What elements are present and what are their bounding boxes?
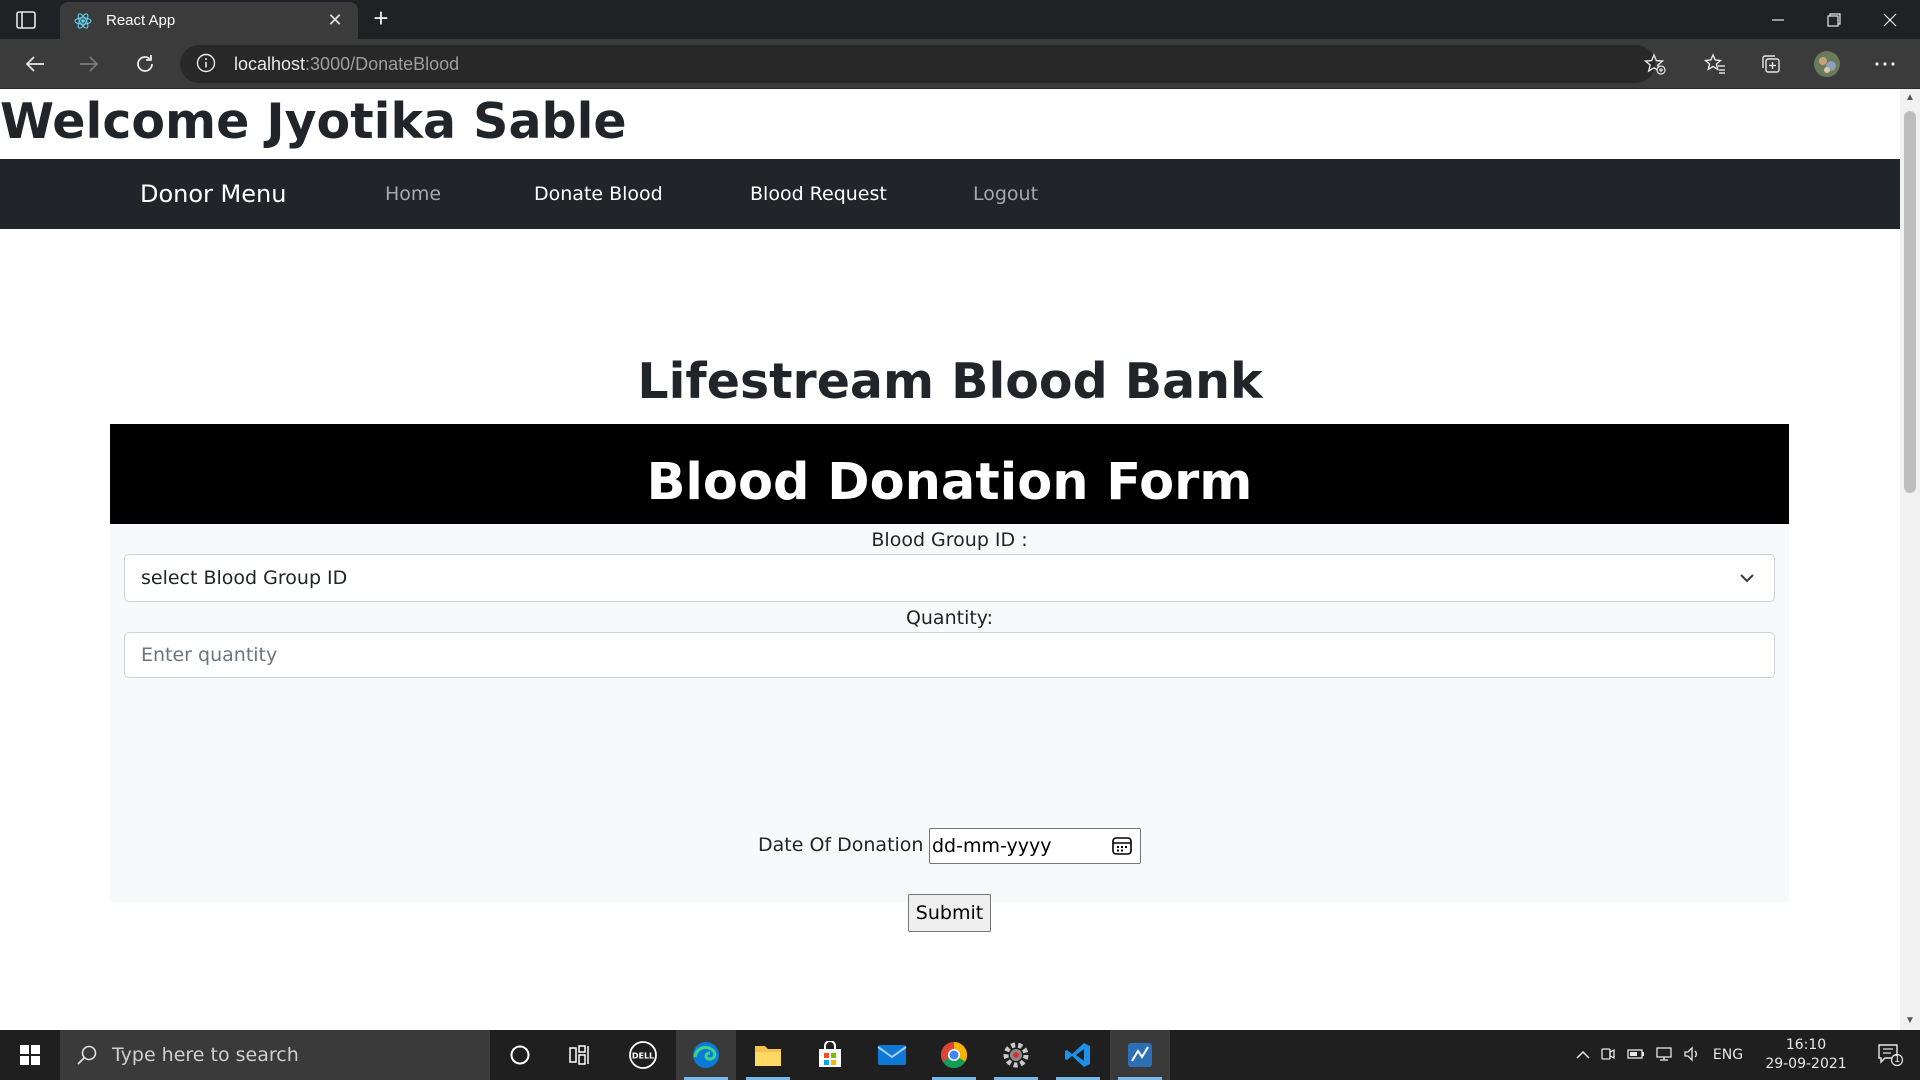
browser-tab-active[interactable]: React App ✕ [60, 2, 358, 39]
volume-icon[interactable] [1678, 1045, 1706, 1065]
store-icon[interactable] [800, 1030, 860, 1080]
network-icon[interactable] [1650, 1046, 1678, 1065]
system-tray: ENG [1572, 1030, 1750, 1080]
page-scrollbar[interactable]: ▲ ▼ [1900, 89, 1920, 1030]
chevron-up-icon[interactable] [1572, 1047, 1594, 1063]
network-app-icon[interactable] [1110, 1030, 1170, 1080]
blood-group-select[interactable]: select Blood Group ID [124, 554, 1775, 602]
mail-icon[interactable] [862, 1030, 922, 1080]
language-indicator[interactable]: ENG [1706, 1047, 1750, 1063]
windows-start-icon[interactable] [0, 1030, 60, 1080]
task-view-icon[interactable] [550, 1030, 610, 1080]
forward-arrow-icon[interactable] [74, 50, 104, 78]
url-text: localhost:3000/DonateBlood [234, 54, 459, 75]
nav-link-blood-request[interactable]: Blood Request [750, 159, 887, 229]
blood-bank-title: Lifestream Blood Bank [637, 353, 1263, 410]
notification-count-badge: 1 [1894, 1054, 1901, 1065]
refresh-icon[interactable] [130, 50, 160, 78]
restore-icon[interactable] [1806, 0, 1862, 39]
close-tab-icon[interactable]: ✕ [324, 10, 346, 32]
date-of-donation-row: Date Of Donation : dd-mm-yyyy [110, 828, 1789, 864]
chevron-down-icon [1736, 567, 1758, 589]
quantity-input[interactable] [124, 632, 1775, 678]
more-options-icon[interactable] [1870, 50, 1900, 78]
scroll-thumb[interactable] [1904, 111, 1916, 493]
file-explorer-icon[interactable] [738, 1030, 798, 1080]
svg-text:DELL: DELL [632, 1052, 654, 1061]
close-window-icon[interactable] [1862, 0, 1918, 39]
donor-navbar: Donor Menu Home Donate Blood Blood Reque… [0, 159, 1900, 229]
cortana-icon[interactable] [490, 1030, 550, 1080]
blood-donation-form: Blood Donation Form Blood Group ID : sel… [110, 424, 1789, 932]
add-favorite-star-icon[interactable] [1640, 50, 1670, 78]
new-tab-button[interactable]: + [368, 5, 394, 32]
search-placeholder: Type here to search [112, 1044, 299, 1066]
taskbar-clock[interactable]: 16:10 29-09-2021 [1760, 1036, 1852, 1074]
blood-group-label: Blood Group ID : [871, 529, 1028, 551]
clock-date: 29-09-2021 [1765, 1056, 1847, 1072]
windows-taskbar: Type here to search DELL ENG 16:10 29-09… [0, 1030, 1920, 1080]
favorites-icon[interactable] [1700, 50, 1730, 78]
url-path: :3000/DonateBlood [305, 53, 460, 74]
date-value: dd-mm-yyyy [932, 835, 1052, 857]
dell-icon[interactable]: DELL [613, 1030, 673, 1080]
edge-icon[interactable] [676, 1030, 736, 1080]
nav-link-donate-blood[interactable]: Donate Blood [534, 159, 663, 229]
url-host: localhost [234, 53, 306, 74]
taskbar-search-box[interactable]: Type here to search [60, 1030, 490, 1080]
battery-icon[interactable] [1622, 1047, 1650, 1063]
date-of-donation-label: Date Of Donation : [758, 834, 936, 856]
settings-icon[interactable] [986, 1030, 1046, 1080]
clock-time: 16:10 [1785, 1037, 1827, 1053]
scroll-up-arrow-icon[interactable]: ▲ [1900, 89, 1920, 107]
form-header: Blood Donation Form [110, 424, 1789, 524]
chrome-icon[interactable] [924, 1030, 984, 1080]
tab-actions-icon[interactable] [14, 9, 38, 31]
meet-now-icon[interactable] [1594, 1046, 1622, 1065]
quantity-label: Quantity: [905, 607, 994, 629]
nav-link-home[interactable]: Home [385, 159, 441, 229]
nav-link-logout[interactable]: Logout [973, 159, 1038, 229]
date-of-donation-input[interactable]: dd-mm-yyyy [929, 828, 1141, 864]
tab-title: React App [106, 12, 176, 29]
collections-icon[interactable] [1756, 50, 1786, 78]
profile-avatar[interactable] [1812, 50, 1842, 78]
form-title: Blood Donation Form [646, 453, 1253, 512]
calendar-icon[interactable] [1110, 834, 1134, 858]
blood-group-selected-value: select Blood Group ID [141, 567, 348, 589]
navbar-brand[interactable]: Donor Menu [140, 159, 286, 229]
react-logo-icon [74, 12, 92, 30]
welcome-heading: Welcome Jyotika Sable [0, 93, 627, 150]
address-bar[interactable]: localhost:3000/DonateBlood [180, 45, 1655, 83]
minimize-icon[interactable] [1750, 0, 1806, 39]
site-info-icon[interactable] [196, 53, 218, 75]
browser-tab-bar: React App ✕ + [0, 0, 1920, 39]
page-viewport: Welcome Jyotika Sable Donor Menu Home Do… [0, 89, 1900, 1030]
vscode-icon[interactable] [1048, 1030, 1108, 1080]
submit-button[interactable]: Submit [908, 894, 991, 932]
back-arrow-icon[interactable] [20, 50, 50, 78]
browser-toolbar: localhost:3000/DonateBlood [0, 39, 1920, 89]
scroll-down-arrow-icon[interactable]: ▼ [1900, 1012, 1920, 1030]
notification-center-icon[interactable]: 1 [1860, 1030, 1920, 1080]
search-icon [76, 1044, 98, 1066]
